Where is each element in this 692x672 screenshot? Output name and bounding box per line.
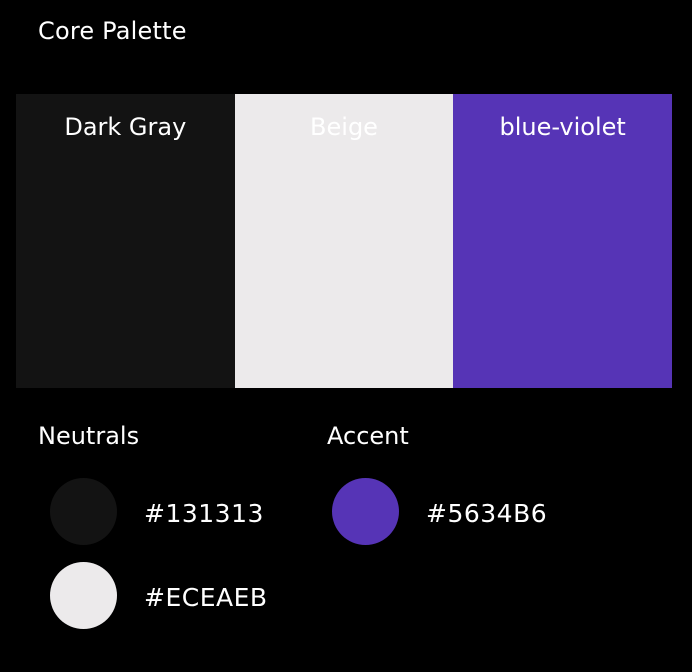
- hex-code: #131313: [144, 499, 264, 528]
- hex-code: #5634B6: [426, 499, 548, 528]
- hex-code: #ECEAEB: [144, 583, 268, 612]
- swatch-beige: Beige: [234, 94, 454, 388]
- color-chip-blue-violet: [332, 478, 399, 545]
- page-title: Core Palette: [38, 17, 187, 45]
- neutrals-heading: Neutrals: [38, 422, 140, 450]
- color-chip-dark-gray: [50, 478, 117, 545]
- core-palette-swatches: Dark Gray Beige blue-violet: [16, 94, 673, 388]
- swatch-label: Beige: [310, 113, 378, 141]
- accent-heading: Accent: [327, 422, 409, 450]
- swatch-label: Dark Gray: [64, 113, 187, 141]
- swatch-label: blue-violet: [499, 113, 626, 141]
- color-chip-beige: [50, 562, 117, 629]
- swatch-dark-gray: Dark Gray: [16, 94, 235, 388]
- swatch-blue-violet: blue-violet: [453, 94, 673, 388]
